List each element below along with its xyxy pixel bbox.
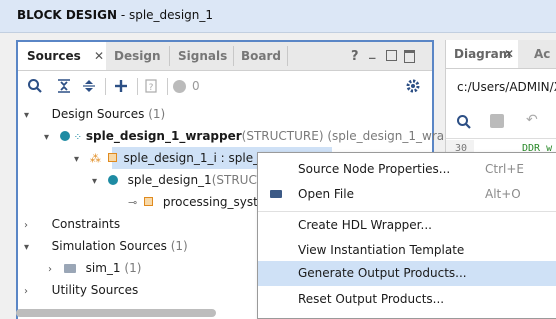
search-icon[interactable] [26,77,44,95]
close-icon[interactable]: ✕ [94,42,104,70]
chevron-down-icon[interactable]: ▾ [92,171,104,193]
maximize-icon[interactable] [404,50,415,63]
tree-label: processing_syster [162,195,271,209]
folder-icon [63,264,76,273]
menu-item-view-instantiation-template[interactable]: View Instantiation Template [258,238,556,263]
tab-signals[interactable]: Signals [178,42,238,70]
tree-count: (1) [170,239,188,253]
close-icon[interactable]: ✕ [504,40,514,68]
menu-item-label: Source Node Properties... [298,162,451,176]
tree-label: sple_design_1 [127,173,212,187]
block-design-icon: ⁂ [89,152,101,165]
tab-sources[interactable]: Sources ✕ [18,42,106,70]
title-label: BLOCK DESIGN [17,8,118,22]
tab-divider [233,46,234,66]
tree-item-wrapper[interactable]: ▾ ⁘ sple_design_1_wrapper(STRUCTURE) (sp… [44,125,444,147]
top-module-icon [59,131,70,141]
horizontal-scrollbar[interactable] [16,309,216,317]
tree-item-constraints[interactable]: › Constraints [24,213,120,235]
chevron-right-icon[interactable]: › [48,259,60,281]
menu-item-generate-output-products[interactable]: Generate Output Products... [258,261,556,286]
toolbar-divider [105,78,106,95]
tab-divider [287,46,288,66]
save-icon[interactable] [490,114,504,128]
chevron-right-icon[interactable]: › [24,281,36,303]
tree-label: sple_design_1_wrapper [85,129,242,143]
tab-diagram-label: Diagram [454,47,512,61]
menu-item-shortcut: Ctrl+E [485,162,524,176]
tree-count: (1) [148,107,166,121]
tree-item-simulation-sources[interactable]: ▾ Simulation Sources (1) [24,235,188,257]
menu-item-shortcut: Alt+O [485,187,521,201]
status-count: 0 [192,79,200,93]
tab-sources-label: Sources [27,49,81,63]
menu-item-label: View Instantiation Template [298,243,465,257]
menu-item-label: Reset Output Products... [298,292,445,306]
tab-board[interactable]: Board [241,42,291,70]
hierarchy-icon: ⁘ [73,132,83,143]
chevron-right-icon[interactable]: › [24,215,36,237]
ip-connector-icon: ⊸ [128,196,138,209]
tree-item-sim1[interactable]: › sim_1 (1) [48,257,141,279]
menu-item-label: Generate Output Products... [298,266,467,280]
help-icon[interactable]: ? [351,49,359,64]
undo-icon[interactable]: ↶ [526,112,538,128]
tree-item-bd[interactable]: ▾ sple_design_1(STRUCT [92,169,264,191]
title-bar: BLOCK DESIGN - sple_design_1 [0,0,556,33]
menu-item-source-node-properties[interactable]: Source Node Properties... Ctrl+E [258,157,556,182]
restore-icon[interactable] [386,50,397,61]
menu-item-create-hdl-wrapper[interactable]: Create HDL Wrapper... [258,213,556,238]
source-file-properties-icon[interactable]: ? [142,77,160,95]
open-folder-icon [270,190,282,198]
tab-address-editor[interactable]: Ac [534,40,550,68]
tree-item-utility-sources[interactable]: › Utility Sources [24,279,138,301]
gear-icon[interactable] [404,77,422,95]
add-sources-icon[interactable] [112,77,130,95]
tab-design[interactable]: Design [114,42,174,70]
context-menu: Source Node Properties... Ctrl+E Open Fi… [257,152,556,319]
file-path: c:/Users/ADMIN/Xi [457,80,556,94]
toolbar-divider [137,78,138,95]
chevron-down-icon[interactable]: ▾ [74,149,86,171]
collapse-all-icon[interactable] [55,77,73,95]
sources-toolbar: ? 0 [18,71,432,101]
window-title: BLOCK DESIGN - sple_design_1 [17,8,213,22]
tree-suffix: (STRUCTURE) (sple_design_1_wra [241,129,445,143]
tree-item-design-sources[interactable]: ▾ Design Sources (1) [24,103,165,125]
editor-divider [446,138,556,139]
tree-label: Design Sources [51,107,145,121]
title-design: - sple_design_1 [117,8,214,22]
expand-all-icon[interactable] [80,77,98,95]
block-icon [107,153,117,162]
toolbar-divider [167,78,168,95]
chevron-down-icon[interactable]: ▾ [24,237,36,259]
tree-label: sim_1 [85,261,121,275]
status-dot-icon [173,79,186,93]
tree-item-processing-system[interactable]: ⊸ processing_syster [128,191,270,213]
tree-label: Simulation Sources [51,239,167,253]
menu-separator [258,211,556,212]
chevron-down-icon[interactable]: ▾ [44,127,56,149]
menu-item-reset-output-products[interactable]: Reset Output Products... [258,287,556,312]
sources-tab-row: Sources ✕ Design Signals Board ? _ [18,42,432,71]
chevron-down-icon[interactable]: ▾ [24,105,36,127]
diagram-tab-row: Diagram ✕ Ac [446,40,556,69]
tree-label: sple_design_1_i : sple_de [123,151,275,165]
tab-divider [169,46,170,66]
hierarchy-update-indicator: 0 [173,77,200,95]
tree-label: Constraints [51,217,121,231]
ip-block-icon [144,197,154,206]
svg-text:?: ? [149,83,154,93]
menu-item-label: Create HDL Wrapper... [298,218,432,232]
tree-label: Utility Sources [51,283,139,297]
menu-item-open-file[interactable]: Open File Alt+O [258,182,556,207]
menu-item-label: Open File [298,187,354,201]
module-icon [107,175,118,185]
tab-diagram[interactable]: Diagram ✕ [446,40,518,68]
search-icon[interactable] [456,114,472,133]
tree-count: (1) [124,261,142,275]
minimize-icon[interactable]: _ [369,45,376,60]
